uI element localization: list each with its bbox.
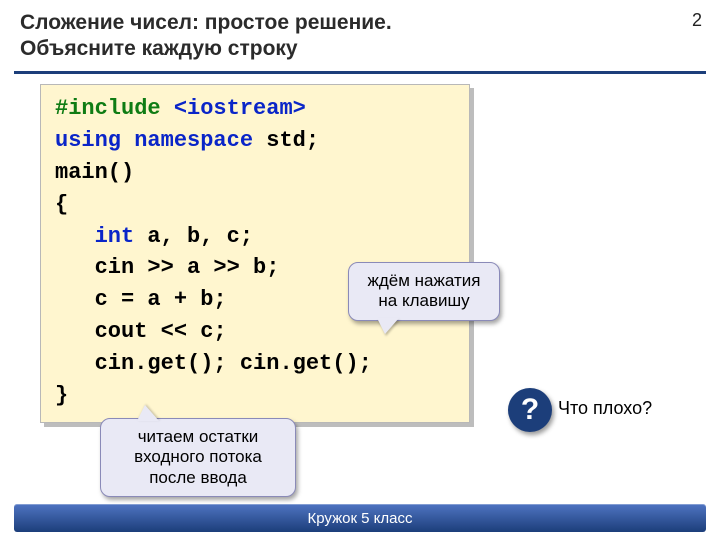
title-line1: Сложение чисел: простое решение.	[20, 11, 392, 34]
page-number: 2	[692, 10, 702, 31]
code-line-include: #include <iostream>	[55, 93, 455, 125]
code-line-rbrace: }	[55, 380, 455, 412]
title-line2: Объясните каждую строку	[20, 37, 298, 60]
callout-wait-text: ждём нажатия на клавишу	[368, 271, 481, 310]
callout-read-remainder: читаем остатки входного потока после вво…	[100, 418, 296, 497]
code-block: #include <iostream> using namespace std;…	[40, 84, 470, 423]
callout-tail	[377, 318, 399, 334]
footer-bar: Кружок 5 класс	[14, 504, 706, 532]
code-line-lbrace: {	[55, 189, 455, 221]
code-line-main: main()	[55, 157, 455, 189]
question-badge: ?	[508, 388, 552, 432]
code-line-using: using namespace std;	[55, 125, 455, 157]
slide-title: Сложение чисел: простое решение. Объясни…	[0, 0, 720, 69]
question-text: Что плохо?	[558, 398, 652, 419]
code-line-decl: int a, b, c;	[55, 221, 455, 253]
callout-wait-keypress: ждём нажатия на клавишу	[348, 262, 500, 321]
footer-text: Кружок 5 класс	[307, 510, 412, 527]
callout-tail	[137, 405, 159, 421]
question-mark-icon: ?	[521, 393, 539, 427]
callout-read-text: читаем остатки входного потока после вво…	[134, 427, 262, 487]
title-underline	[14, 71, 706, 74]
code-line-get: cin.get(); cin.get();	[55, 348, 455, 380]
